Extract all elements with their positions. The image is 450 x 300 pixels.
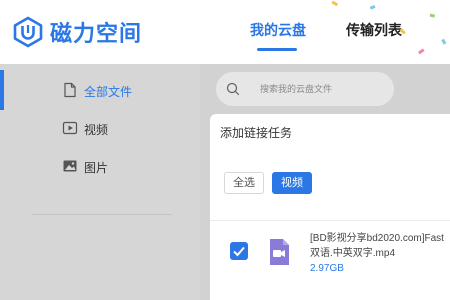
sidebar-item-images[interactable]: 图片 <box>0 146 200 186</box>
sidebar-item-label: 全部文件 <box>84 85 133 99</box>
brand-name: 磁力空间 <box>50 21 143 46</box>
video-file-icon <box>270 239 289 265</box>
sidebar-active-indicator <box>0 70 4 110</box>
file-size: 2.97GB <box>310 263 344 274</box>
dialog-title: 添加链接任务 <box>220 126 293 140</box>
video-filter-button[interactable]: 视频 <box>272 172 312 194</box>
active-tab-indicator <box>257 48 297 51</box>
magnet-logo-icon <box>13 16 43 48</box>
image-icon <box>63 160 77 172</box>
app-header: 磁力空间 我的云盘 传输列表 <box>0 0 450 64</box>
document-icon <box>64 82 76 98</box>
file-name: [BD影视分享bd2020.com]Fast <box>310 233 444 244</box>
search-bar[interactable] <box>216 72 394 106</box>
add-link-task-dialog: 添加链接任务 全选 视频 [BD影视分享bd2020.com]Fast 双语.中… <box>210 114 450 300</box>
logo[interactable]: 磁力空间 <box>12 15 142 49</box>
sidebar-item-all-files[interactable]: 全部文件 <box>0 70 200 110</box>
sidebar: 全部文件 视频 图片 <box>0 64 200 300</box>
file-name-continued: 双语.中英双字.mp4 <box>310 248 396 259</box>
sidebar-item-label: 图片 <box>84 161 109 175</box>
video-icon <box>62 121 78 135</box>
search-input[interactable] <box>260 80 390 98</box>
select-all-button[interactable]: 全选 <box>224 172 264 194</box>
confetti-decoration <box>331 0 447 55</box>
sidebar-item-label: 视频 <box>84 123 109 137</box>
sidebar-item-videos[interactable]: 视频 <box>0 108 200 148</box>
tab-my-cloud-drive[interactable]: 我的云盘 <box>250 20 306 40</box>
dialog-divider <box>210 220 450 221</box>
sidebar-divider <box>32 214 172 215</box>
checkmark-icon <box>233 246 245 257</box>
file-checkbox[interactable] <box>230 242 248 260</box>
search-icon <box>226 82 240 96</box>
